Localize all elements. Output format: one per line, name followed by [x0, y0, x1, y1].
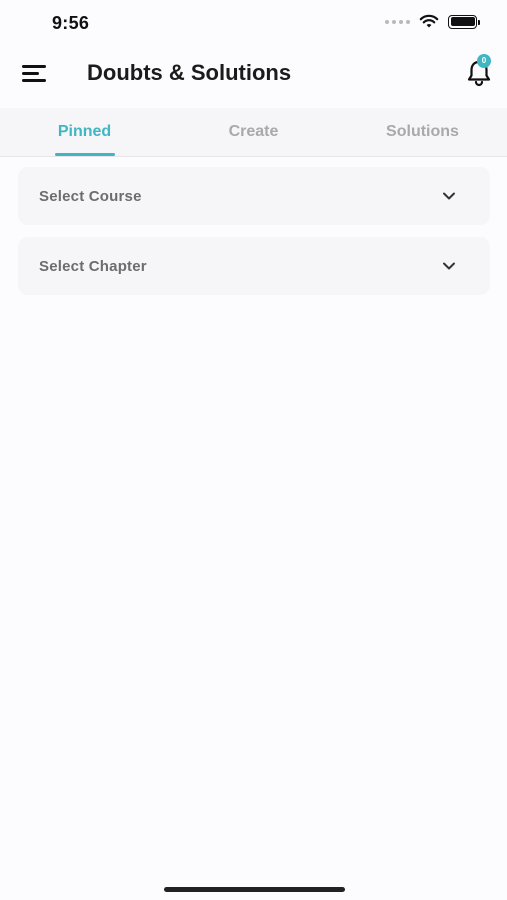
- status-icons: [385, 14, 480, 29]
- home-indicator[interactable]: [164, 887, 345, 892]
- chapter-select-label: Select Chapter: [39, 257, 147, 275]
- page-title: Doubts & Solutions: [87, 60, 292, 85]
- wifi-icon: [419, 14, 439, 28]
- active-tab-indicator: [55, 153, 115, 156]
- notification-badge: 0: [477, 54, 491, 68]
- hamburger-menu-icon[interactable]: [22, 62, 48, 84]
- status-bar: 9:56: [0, 0, 507, 48]
- tab-solutions[interactable]: Solutions: [338, 108, 507, 157]
- signal-dots-icon: [385, 19, 410, 24]
- notification-button[interactable]: 0: [465, 54, 493, 88]
- chevron-down-icon: [443, 192, 455, 200]
- chapter-select[interactable]: Select Chapter: [18, 237, 490, 295]
- screen: 9:56 Doubts & Solutions 0 Pinned Create …: [0, 0, 507, 900]
- chevron-down-icon: [443, 262, 455, 270]
- course-select-label: Select Course: [39, 187, 142, 205]
- tab-pinned[interactable]: Pinned: [0, 108, 169, 157]
- tab-create[interactable]: Create: [169, 108, 338, 157]
- course-select[interactable]: Select Course: [18, 167, 490, 225]
- tab-bar: Pinned Create Solutions: [0, 108, 507, 157]
- status-time: 9:56: [52, 13, 90, 33]
- app-header: Doubts & Solutions 0: [0, 48, 507, 106]
- battery-icon: [448, 14, 480, 29]
